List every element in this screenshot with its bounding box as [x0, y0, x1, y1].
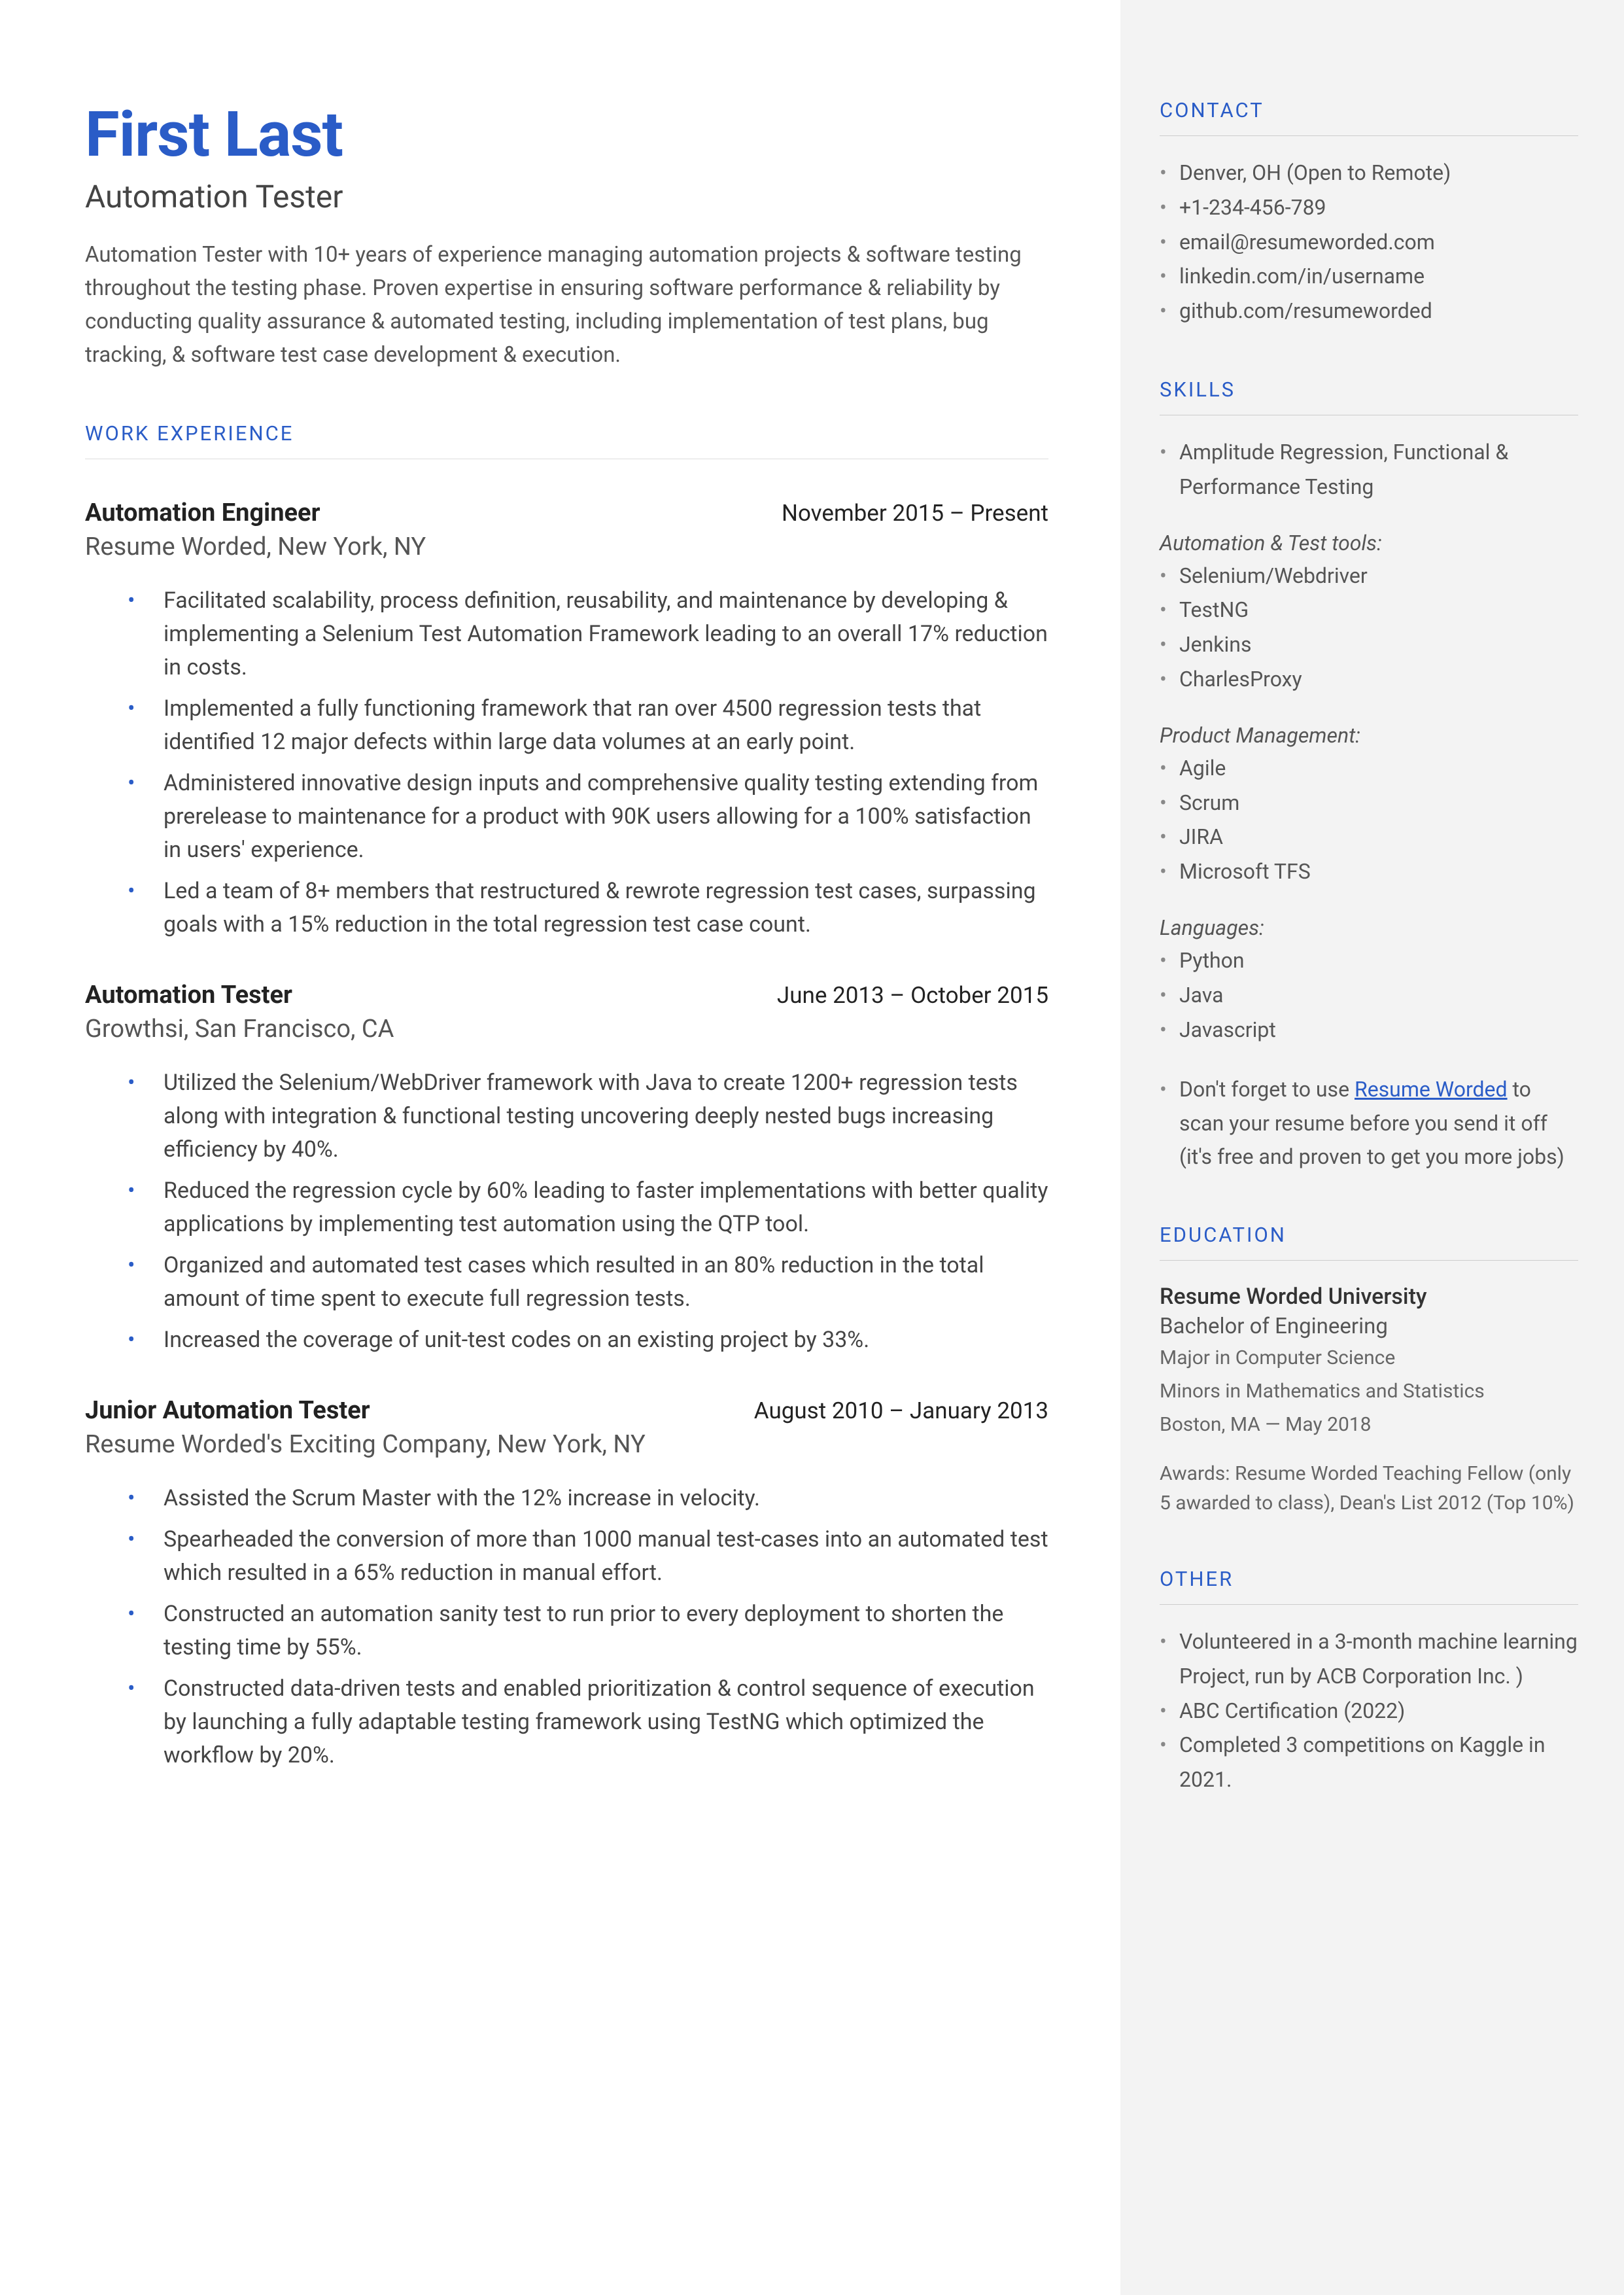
- skills-tip: Don't forget to use Resume Worded to sca…: [1160, 1073, 1578, 1174]
- skill-item: Javascript: [1160, 1013, 1578, 1047]
- contact-heading: CONTACT: [1160, 98, 1578, 136]
- job-bullet: Organized and automated test cases which…: [164, 1249, 1048, 1316]
- work-experience-heading: WORK EXPERIENCE: [85, 421, 1048, 459]
- job-title: Junior Automation Tester: [85, 1396, 370, 1425]
- other-item: Completed 3 competitions on Kaggle in 20…: [1160, 1728, 1578, 1797]
- other-list: Volunteered in a 3-month machine learnin…: [1160, 1624, 1578, 1797]
- contact-item: linkedin.com/in/username: [1160, 259, 1578, 294]
- skill-group-title: Languages:: [1160, 915, 1578, 940]
- skill-item: Scrum: [1160, 786, 1578, 820]
- skill-item: Amplitude Regression, Functional & Perfo…: [1160, 435, 1578, 504]
- skill-item: Java: [1160, 978, 1578, 1013]
- skill-group-list: Selenium/Webdriver TestNG Jenkins Charle…: [1160, 559, 1578, 697]
- contact-item: +1-234-456-789: [1160, 190, 1578, 225]
- job-bullet: Constructed data-driven tests and enable…: [164, 1672, 1048, 1772]
- job-bullet: Implemented a fully functioning framewor…: [164, 692, 1048, 759]
- skill-item: Microsoft TFS: [1160, 854, 1578, 889]
- contact-list: Denver, OH (Open to Remote) +1-234-456-7…: [1160, 156, 1578, 328]
- job-bullet: Facilitated scalability, process definit…: [164, 584, 1048, 684]
- job-company: Resume Worded's Exciting Company, New Yo…: [85, 1430, 1048, 1459]
- skill-group-list: Agile Scrum JIRA Microsoft TFS: [1160, 751, 1578, 889]
- education-awards: Awards: Resume Worded Teaching Fellow (o…: [1160, 1459, 1578, 1518]
- applicant-name: First Last: [85, 98, 1048, 171]
- skill-item: JIRA: [1160, 820, 1578, 854]
- skill-item: Python: [1160, 943, 1578, 978]
- job-dates: June 2013 – October 2015: [777, 982, 1048, 1009]
- education-school: Resume Worded University: [1160, 1284, 1578, 1310]
- other-item: Volunteered in a 3-month machine learnin…: [1160, 1624, 1578, 1694]
- job-bullet: Constructed an automation sanity test to…: [164, 1598, 1048, 1664]
- other-heading: OTHER: [1160, 1567, 1578, 1605]
- contact-item: email@resumeworded.com: [1160, 225, 1578, 260]
- education-major: Major in Computer Science: [1160, 1343, 1578, 1373]
- main-column: First Last Automation Tester Automation …: [0, 0, 1120, 2295]
- job-bullets: Assisted the Scrum Master with the 12% i…: [85, 1482, 1048, 1772]
- job-bullet: Reduced the regression cycle by 60% lead…: [164, 1174, 1048, 1241]
- job-block: Automation Tester June 2013 – October 20…: [85, 981, 1048, 1357]
- summary-text: Automation Tester with 10+ years of expe…: [85, 238, 1048, 372]
- education-heading: EDUCATION: [1160, 1223, 1578, 1261]
- skill-item: TestNG: [1160, 593, 1578, 627]
- job-bullet: Increased the coverage of unit-test code…: [164, 1323, 1048, 1357]
- skills-heading: SKILLS: [1160, 377, 1578, 415]
- job-block: Automation Engineer November 2015 – Pres…: [85, 499, 1048, 941]
- skill-item: CharlesProxy: [1160, 662, 1578, 697]
- skill-group-list: Python Java Javascript: [1160, 943, 1578, 1047]
- skill-group-title: Automation & Test tools:: [1160, 531, 1578, 555]
- job-company: Growthsi, San Francisco, CA: [85, 1015, 1048, 1043]
- job-dates: November 2015 – Present: [782, 500, 1048, 527]
- job-bullets: Facilitated scalability, process definit…: [85, 584, 1048, 941]
- skill-item: Jenkins: [1160, 627, 1578, 662]
- job-bullet: Spearheaded the conversion of more than …: [164, 1523, 1048, 1590]
- education-location: Boston, MA — May 2018: [1160, 1410, 1578, 1439]
- job-bullet: Administered innovative design inputs an…: [164, 767, 1048, 867]
- skill-top: Amplitude Regression, Functional & Perfo…: [1160, 435, 1578, 504]
- job-bullet: Utilized the Selenium/WebDriver framewor…: [164, 1066, 1048, 1166]
- skill-item: Selenium/Webdriver: [1160, 559, 1578, 593]
- tip-prefix: Don't forget to use: [1179, 1077, 1355, 1102]
- job-bullet: Led a team of 8+ members that restructur…: [164, 875, 1048, 941]
- education-degree: Bachelor of Engineering: [1160, 1314, 1578, 1339]
- job-title: Automation Tester: [85, 981, 292, 1009]
- sidebar-column: CONTACT Denver, OH (Open to Remote) +1-2…: [1120, 0, 1624, 2295]
- job-block: Junior Automation Tester August 2010 – J…: [85, 1396, 1048, 1772]
- education-minors: Minors in Mathematics and Statistics: [1160, 1376, 1578, 1406]
- resume-worded-link[interactable]: Resume Worded: [1355, 1077, 1508, 1102]
- job-bullets: Utilized the Selenium/WebDriver framewor…: [85, 1066, 1048, 1357]
- job-company: Resume Worded, New York, NY: [85, 533, 1048, 561]
- job-dates: August 2010 – January 2013: [754, 1397, 1048, 1424]
- other-item: ABC Certification (2022): [1160, 1694, 1578, 1728]
- job-title: Automation Engineer: [85, 499, 320, 527]
- skill-item: Agile: [1160, 751, 1578, 786]
- skill-group-title: Product Management:: [1160, 723, 1578, 748]
- education-block: Resume Worded University Bachelor of Eng…: [1160, 1284, 1578, 1518]
- contact-item: Denver, OH (Open to Remote): [1160, 156, 1578, 190]
- applicant-title: Automation Tester: [85, 178, 1048, 215]
- job-bullet: Assisted the Scrum Master with the 12% i…: [164, 1482, 1048, 1515]
- contact-item: github.com/resumeworded: [1160, 294, 1578, 328]
